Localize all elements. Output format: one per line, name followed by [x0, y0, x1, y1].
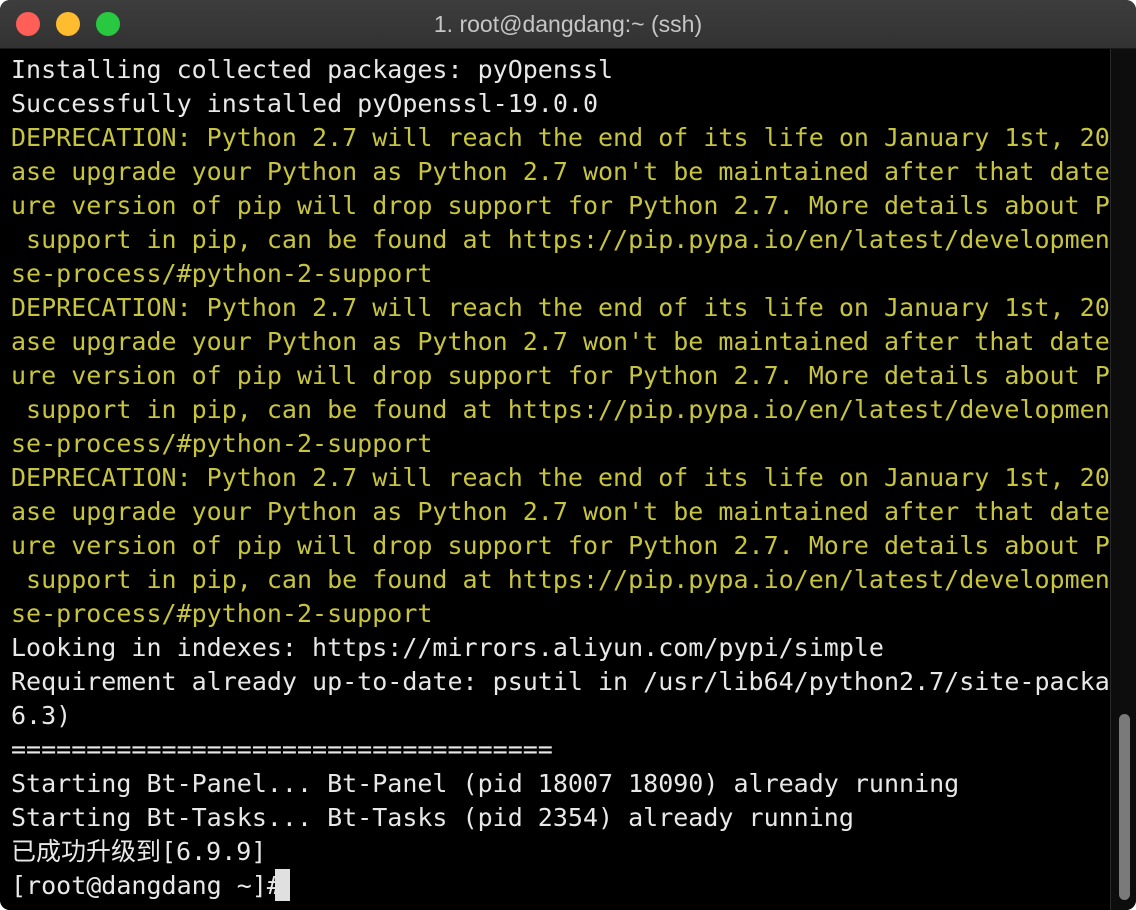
text-cursor [275, 869, 290, 901]
terminal-line: Starting Bt-Tasks... Bt-Tasks (pid 2354)… [11, 803, 854, 832]
terminal-line: 6.3) [11, 701, 72, 730]
terminal-line: se-process/#python-2-support [11, 599, 433, 628]
terminal-line: DEPRECATION: Python 2.7 will reach the e… [11, 123, 1110, 152]
terminal-window: 1. root@dangdang:~ (ssh) Installing coll… [0, 0, 1136, 910]
terminal-output[interactable]: Installing collected packages: pyOpenssl… [0, 49, 1110, 910]
terminal-line: ase upgrade your Python as Python 2.7 wo… [11, 497, 1110, 526]
terminal-line: Successfully installed pyOpenssl-19.0.0 [11, 89, 598, 118]
terminal-line: 已成功升级到[6.9.9] [11, 837, 267, 866]
terminal-line: support in pip, can be found at https://… [11, 565, 1110, 594]
terminal-line: Installing collected packages: pyOpenssl [11, 55, 614, 84]
terminal-line: ==================================== [11, 735, 553, 764]
title-bar[interactable]: 1. root@dangdang:~ (ssh) [0, 0, 1136, 49]
window-title: 1. root@dangdang:~ (ssh) [433, 11, 703, 37]
terminal-line: ase upgrade your Python as Python 2.7 wo… [11, 157, 1110, 186]
terminal-line: ure version of pip will drop support for… [11, 191, 1110, 220]
terminal-line: DEPRECATION: Python 2.7 will reach the e… [11, 293, 1110, 322]
scrollbar-thumb[interactable] [1119, 714, 1130, 900]
terminal-line: support in pip, can be found at https://… [11, 225, 1110, 254]
shell-prompt: [root@dangdang ~]# [11, 871, 297, 900]
terminal-line: ure version of pip will drop support for… [11, 531, 1110, 560]
terminal-line: se-process/#python-2-support [11, 429, 433, 458]
terminal-line: support in pip, can be found at https://… [11, 395, 1110, 424]
terminal-line: se-process/#python-2-support [11, 259, 433, 288]
terminal-line: DEPRECATION: Python 2.7 will reach the e… [11, 463, 1110, 492]
terminal-line: ase upgrade your Python as Python 2.7 wo… [11, 327, 1110, 356]
scrollbar[interactable] [1110, 49, 1136, 910]
terminal-line: Looking in indexes: https://mirrors.aliy… [11, 633, 884, 662]
terminal-line: Starting Bt-Panel... Bt-Panel (pid 18007… [11, 769, 960, 798]
terminal-line: ure version of pip will drop support for… [11, 361, 1110, 390]
terminal-line: Requirement already up-to-date: psutil i… [11, 667, 1110, 696]
